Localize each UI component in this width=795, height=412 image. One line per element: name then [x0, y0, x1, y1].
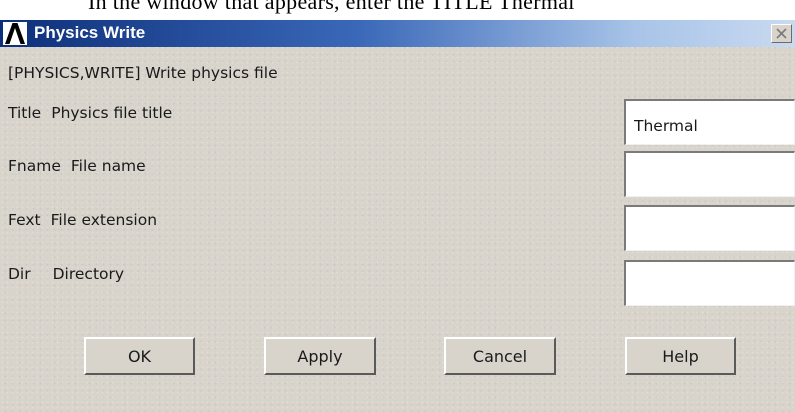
dir-input[interactable] — [624, 260, 795, 306]
field-key: Dir — [8, 265, 31, 283]
apply-button[interactable]: Apply — [264, 337, 376, 375]
dialog-title: Physics Write — [34, 23, 146, 42]
close-button[interactable] — [771, 24, 792, 43]
field-label-title: Title Physics file title — [8, 104, 172, 122]
close-icon — [776, 28, 787, 39]
fname-input[interactable] — [624, 151, 795, 197]
dialog-titlebar[interactable]: Physics Write — [0, 20, 795, 47]
ansys-logo-icon — [3, 22, 27, 45]
physics-write-dialog: Physics Write [PHYSICS,WRITE] Write phys… — [0, 20, 795, 412]
field-key: Fext — [8, 211, 41, 229]
title-input[interactable] — [624, 99, 795, 145]
field-label-fname: Fname File name — [8, 157, 146, 175]
field-label-fext: Fext File extension — [8, 211, 157, 229]
document-text: In the window that appears, enter the TI… — [88, 0, 575, 14]
field-label-dir: Dir Directory — [8, 265, 124, 283]
field-description: Physics file title — [51, 104, 173, 122]
field-description: File name — [70, 157, 146, 175]
cancel-button[interactable]: Cancel — [444, 337, 556, 375]
command-label: [PHYSICS,WRITE] Write physics file — [8, 64, 278, 82]
field-description: Directory — [52, 265, 125, 283]
document-text-fragment: In the window that appears, enter the TI… — [0, 0, 795, 20]
ok-button[interactable]: OK — [84, 337, 195, 375]
help-button[interactable]: Help — [625, 337, 736, 375]
field-description: File extension — [50, 211, 158, 229]
fext-input[interactable] — [624, 205, 795, 251]
field-key: Title — [8, 104, 42, 122]
field-key: Fname — [8, 157, 61, 175]
